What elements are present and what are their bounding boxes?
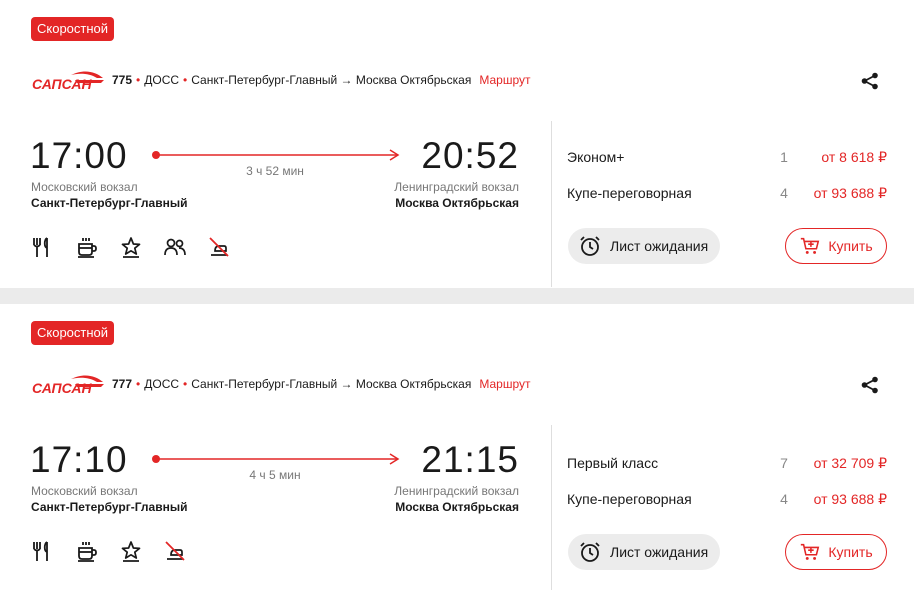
train-number: 775 (112, 73, 133, 87)
departure-station: Московский вокзал (31, 180, 138, 194)
waitlist-label: Лист ожидания (610, 238, 709, 254)
arrival-station: Ленинградский вокзал (394, 484, 519, 498)
coffee-cup-icon[interactable] (75, 234, 119, 260)
departure-city: Санкт-Петербург-Главный (31, 500, 188, 514)
amenities-list (31, 538, 207, 564)
fare-row[interactable]: Купе-переговорная 4 от 93 688 ₽ (567, 491, 887, 511)
route-link[interactable]: Маршрут (479, 73, 530, 87)
fare-price: от 32 709 ₽ (813, 455, 887, 471)
fork-knife-icon[interactable] (31, 234, 75, 260)
separator-dot: • (183, 73, 188, 87)
arrival-time: 20:52 (421, 135, 519, 176)
route-arrow (152, 149, 400, 161)
departure-station: Московский вокзал (31, 484, 138, 498)
sapsan-logo: САПСАН (32, 71, 104, 92)
fare-seats: 4 (780, 185, 788, 201)
arrival-city: Москва Октябрьская (395, 196, 519, 210)
train-route-info: 777 • ДОСС • Санкт-Петербург-Главный → Москв… (112, 377, 530, 391)
waitlist-button[interactable]: Лист ожидания (568, 534, 721, 570)
vertical-divider (551, 425, 552, 590)
train-card: Скоростной САПСАН 777 • ДОСС • Санкт-Петербу… (0, 304, 914, 590)
carrier-name: ДОСС (144, 73, 180, 87)
train-route-info: 775 • ДОСС • Санкт-Петербург-Главный → Москв… (112, 73, 530, 87)
coffee-cup-icon[interactable] (75, 538, 119, 564)
waitlist-button[interactable]: Лист ожидания (568, 228, 721, 264)
fare-seats: 7 (780, 455, 788, 471)
fare-class: Эконом+ (567, 149, 625, 165)
fare-row[interactable]: Первый класс 7 от 32 709 ₽ (567, 455, 887, 475)
fare-class: Первый класс (567, 455, 659, 471)
fare-price: от 93 688 ₽ (813, 185, 887, 201)
fare-row[interactable]: Эконом+ 1 от 8 618 ₽ (567, 149, 887, 169)
trip-duration: 3 ч 52 мин (246, 164, 304, 178)
share-icon[interactable] (860, 72, 880, 90)
buy-label: Купить (828, 238, 873, 254)
buy-label: Купить (828, 544, 873, 560)
card-separator (0, 288, 914, 304)
route-text: Санкт-Петербург-Главный → Москва Октябрь… (191, 377, 472, 391)
train-type-badge: Скоростной (31, 321, 115, 345)
buy-button[interactable]: Купить (785, 534, 887, 570)
fare-seats: 1 (780, 149, 788, 165)
cart-icon (801, 237, 820, 254)
star-icon[interactable] (119, 234, 163, 260)
departure-time: 17:00 (30, 135, 128, 176)
arrival-city: Москва Октябрьская (395, 500, 519, 514)
sapsan-logo: САПСАН (32, 375, 104, 396)
trip-duration: 4 ч 5 мин (249, 468, 301, 482)
train-number: 777 (112, 377, 133, 391)
waitlist-label: Лист ожидания (610, 544, 709, 560)
vertical-divider (551, 121, 552, 287)
route-link[interactable]: Маршрут (479, 377, 530, 391)
fare-seats: 4 (780, 491, 788, 507)
separator-dot: • (183, 377, 188, 391)
fare-row[interactable]: Купе-переговорная 4 от 93 688 ₽ (567, 185, 887, 205)
fare-price: от 93 688 ₽ (813, 491, 887, 507)
star-icon[interactable] (119, 538, 163, 564)
svg-text:САПСАН: САПСАН (32, 380, 92, 396)
departure-time: 17:10 (30, 439, 128, 480)
alarm-clock-icon (580, 542, 600, 562)
fork-knife-icon[interactable] (31, 538, 75, 564)
route-arrow (152, 453, 400, 465)
cart-icon (801, 543, 820, 560)
buy-button[interactable]: Купить (785, 228, 887, 264)
arrival-time: 21:15 (421, 439, 519, 480)
people-icon[interactable] (163, 234, 207, 260)
no-pets-icon[interactable] (163, 538, 207, 564)
carrier-name: ДОСС (144, 377, 180, 391)
route-text: Санкт-Петербург-Главный → Москва Октябрь… (191, 73, 472, 87)
separator-dot: • (136, 73, 141, 87)
fare-price: от 8 618 ₽ (821, 149, 887, 165)
arrival-station: Ленинградский вокзал (394, 180, 519, 194)
separator-dot: • (136, 377, 141, 391)
amenities-list (31, 234, 251, 260)
alarm-clock-icon (580, 236, 600, 256)
svg-text:САПСАН: САПСАН (32, 76, 92, 92)
fare-class: Купе-переговорная (567, 491, 692, 507)
train-card: Скоростной САПСАН 775 • ДОСС • Санкт-Петербу… (0, 0, 914, 288)
fare-class: Купе-переговорная (567, 185, 692, 201)
train-type-badge: Скоростной (31, 17, 115, 41)
share-icon[interactable] (860, 376, 880, 394)
no-pets-icon[interactable] (207, 234, 251, 260)
departure-city: Санкт-Петербург-Главный (31, 196, 188, 210)
